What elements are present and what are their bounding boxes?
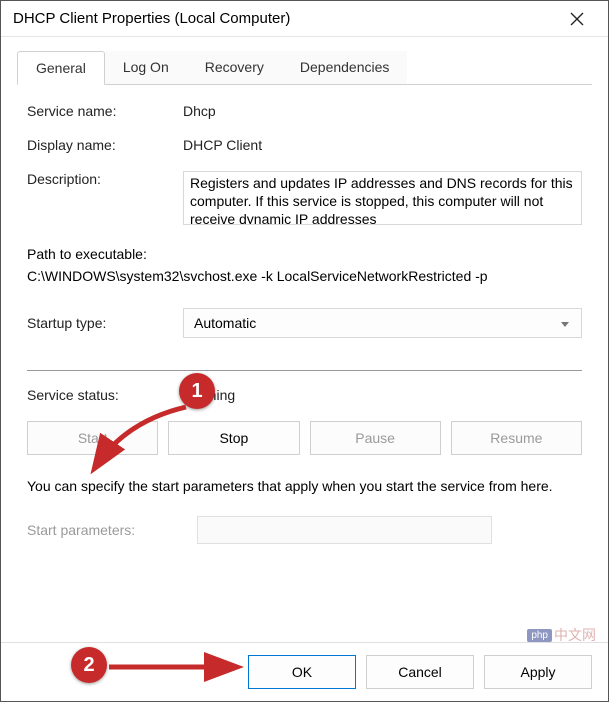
startup-type-label: Startup type: <box>27 315 183 331</box>
apply-button[interactable]: Apply <box>484 655 592 689</box>
startup-type-value: Automatic <box>194 315 256 331</box>
start-parameters-label: Start parameters: <box>27 522 197 538</box>
cancel-button[interactable]: Cancel <box>366 655 474 689</box>
service-name-label: Service name: <box>27 103 183 119</box>
window-title: DHCP Client Properties (Local Computer) <box>13 10 554 27</box>
service-status-value: Running <box>183 387 582 403</box>
ok-button[interactable]: OK <box>248 655 356 689</box>
display-name-label: Display name: <box>27 137 183 153</box>
path-label: Path to executable: <box>27 243 582 265</box>
tab-logon[interactable]: Log On <box>105 51 187 85</box>
close-button[interactable] <box>554 2 600 36</box>
tab-dependencies[interactable]: Dependencies <box>282 51 408 85</box>
parameters-hint: You can specify the start parameters tha… <box>27 477 582 497</box>
pause-button: Pause <box>310 421 441 455</box>
tab-strip: General Log On Recovery Dependencies <box>17 51 592 85</box>
description-label: Description: <box>27 171 183 187</box>
startup-type-select[interactable]: Automatic <box>183 308 582 338</box>
description-box[interactable]: Registers and updates IP addresses and D… <box>183 171 582 225</box>
path-value: C:\WINDOWS\system32\svchost.exe -k Local… <box>27 265 582 287</box>
start-parameters-input <box>197 516 492 544</box>
section-divider <box>27 370 582 371</box>
service-status-label: Service status: <box>27 387 183 403</box>
tab-general[interactable]: General <box>17 51 105 85</box>
display-name-value: DHCP Client <box>183 137 582 153</box>
tab-panel-general: Service name: Dhcp Display name: DHCP Cl… <box>17 85 592 554</box>
service-name-value: Dhcp <box>183 103 582 119</box>
stop-button[interactable]: Stop <box>168 421 299 455</box>
dialog-content: General Log On Recovery Dependencies Ser… <box>1 37 608 642</box>
close-icon <box>570 12 584 26</box>
tab-recovery[interactable]: Recovery <box>187 51 282 85</box>
titlebar: DHCP Client Properties (Local Computer) <box>1 1 608 37</box>
properties-dialog: DHCP Client Properties (Local Computer) … <box>0 0 609 702</box>
dialog-footer: OK Cancel Apply <box>1 642 608 701</box>
resume-button: Resume <box>451 421 582 455</box>
start-button: Start <box>27 421 158 455</box>
